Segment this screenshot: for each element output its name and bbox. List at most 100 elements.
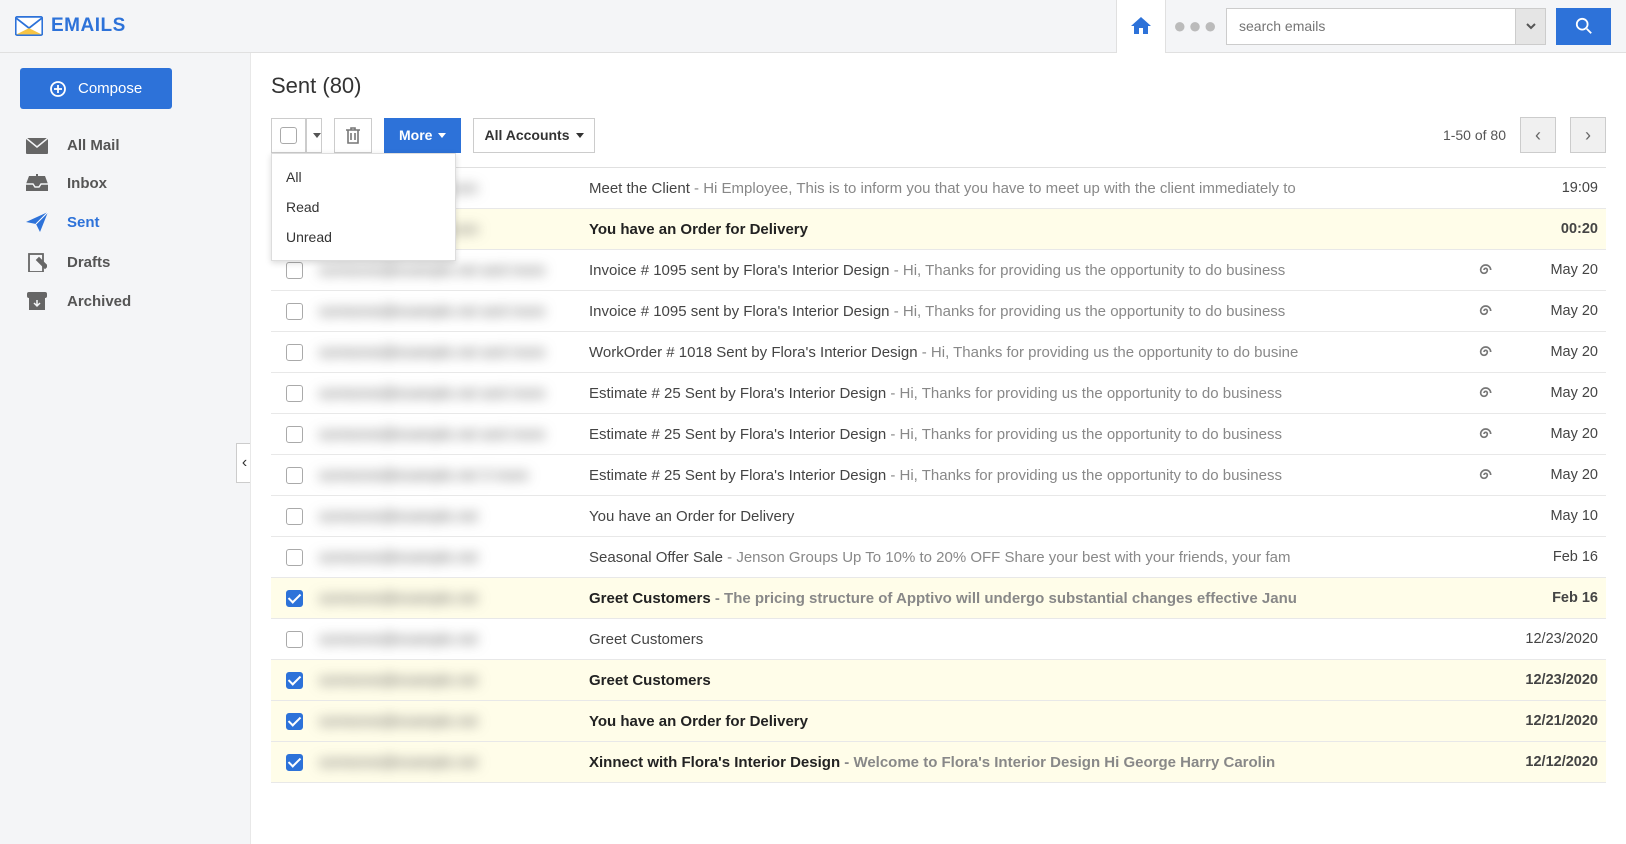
page-title: Sent (80) [271, 73, 1606, 99]
email-row[interactable]: someone@example.net 3 moreEstimate # 25 … [271, 455, 1606, 496]
search-button[interactable] [1556, 8, 1611, 45]
email-row[interactable]: someone@example.net and moreInvoice # 10… [271, 250, 1606, 291]
row-subject: Seasonal Offer Sale - Jenson Groups Up T… [589, 549, 1464, 566]
row-preview: - Hi, Thanks for providing us the opport… [886, 426, 1282, 443]
dots-icon: ●●● [1173, 13, 1219, 39]
compose-label: Compose [78, 80, 142, 97]
row-sender: someone@example.net and more [319, 303, 579, 320]
app-title: EMAILS [51, 15, 126, 37]
compose-button[interactable]: Compose [20, 68, 172, 109]
email-row[interactable]: someone@example.net and moreWorkOrder # … [271, 332, 1606, 373]
email-row[interactable]: noreply@outerijam.comMeet the Client - H… [271, 168, 1606, 209]
row-checkbox[interactable] [279, 303, 309, 320]
sidebar-item-inbox[interactable]: Inbox [15, 164, 235, 202]
pager-label: 1-50 of 80 [1443, 127, 1506, 143]
pager-next-button[interactable]: › [1570, 117, 1606, 153]
home-button[interactable] [1116, 0, 1166, 53]
attachment-icon [1474, 468, 1498, 482]
row-checkbox[interactable] [279, 549, 309, 566]
attachment-icon [1474, 386, 1498, 400]
attachment-icon [1474, 345, 1498, 359]
accounts-dropdown[interactable]: All Accounts [473, 118, 594, 153]
row-subject: You have an Order for Delivery [589, 221, 1464, 238]
sidebar-item-archived[interactable]: Archived [15, 282, 235, 320]
row-date: May 20 [1508, 344, 1598, 360]
row-date: May 20 [1508, 385, 1598, 401]
row-sender: someone@example.net [319, 631, 579, 648]
sidebar-item-label: Archived [67, 293, 131, 310]
caret-down-icon [438, 133, 446, 138]
sidebar-item-all-mail[interactable]: All Mail [15, 127, 235, 164]
row-sender: someone@example.net and more [319, 426, 579, 443]
more-label: More [399, 127, 432, 143]
row-subject: WorkOrder # 1018 Sent by Flora's Interio… [589, 344, 1464, 361]
archive-icon [25, 292, 49, 310]
row-checkbox[interactable] [279, 385, 309, 402]
email-row[interactable]: someone@example.netYou have an Order for… [271, 701, 1606, 742]
row-preview: - Jenson Groups Up To 10% to 20% OFF Sha… [723, 549, 1290, 566]
chevron-right-icon: › [1585, 125, 1591, 146]
dropdown-item-read[interactable]: Read [272, 192, 455, 222]
row-checkbox[interactable] [279, 590, 309, 607]
sidebar-item-sent[interactable]: Sent [15, 202, 235, 242]
toolbar: All Read Unread More All Accounts 1-50 o… [271, 117, 1606, 153]
row-checkbox[interactable] [279, 262, 309, 279]
row-date: 12/21/2020 [1508, 713, 1598, 729]
delete-button[interactable] [334, 118, 372, 153]
email-row[interactable]: someone@example.netGreet Customers12/23/… [271, 660, 1606, 701]
select-filter-dropdown: All Read Unread [271, 153, 456, 261]
row-checkbox[interactable] [279, 467, 309, 484]
row-preview: - The pricing structure of Apptivo will … [715, 590, 1297, 607]
attachment-icon [1474, 304, 1498, 318]
plus-circle-icon [50, 81, 66, 97]
row-date: 12/23/2020 [1508, 631, 1598, 647]
row-checkbox[interactable] [279, 754, 309, 771]
email-row[interactable]: someone@example.netYou have an Order for… [271, 496, 1606, 537]
pager: 1-50 of 80 ‹ › [1443, 117, 1606, 153]
email-row[interactable]: someone@example.netXinnect with Flora's … [271, 742, 1606, 783]
chevron-left-icon: ‹ [1535, 125, 1541, 146]
select-all-checkbox[interactable] [271, 118, 306, 153]
row-date: Feb 16 [1508, 549, 1598, 565]
more-apps-button[interactable]: ●●● [1176, 13, 1216, 39]
row-preview: - Hi Employee, This is to inform you tha… [690, 180, 1296, 197]
row-date: 00:20 [1508, 221, 1598, 237]
email-row[interactable]: someone@example.net Seasonal Offer Sale -… [271, 537, 1606, 578]
select-filter-dropdown-button[interactable] [306, 118, 322, 153]
email-row[interactable]: someone@example.net and more Invoice # 10… [271, 291, 1606, 332]
sidebar-item-drafts[interactable]: Drafts [15, 242, 235, 282]
email-row[interactable]: support@outerijam.comYou have an Order f… [271, 209, 1606, 250]
search-box [1226, 8, 1546, 45]
email-row[interactable]: someone@example.netGreet Customers - The… [271, 578, 1606, 619]
row-subject: Estimate # 25 Sent by Flora's Interior D… [589, 426, 1464, 443]
row-checkbox[interactable] [279, 713, 309, 730]
row-subject: Greet Customers [589, 631, 1464, 648]
row-subject: Invoice # 1095 sent by Flora's Interior … [589, 303, 1464, 320]
accounts-label: All Accounts [484, 127, 569, 143]
chevron-down-icon [1525, 20, 1537, 32]
row-sender: someone@example.net [319, 549, 579, 566]
envelope-icon [15, 16, 43, 36]
row-preview: - Hi, Thanks for providing us the opport… [886, 385, 1282, 402]
row-checkbox[interactable] [279, 631, 309, 648]
search-dropdown-button[interactable] [1515, 9, 1545, 44]
select-all-split: All Read Unread [271, 118, 322, 153]
row-sender: someone@example.net [319, 590, 579, 607]
sidebar-item-label: Drafts [67, 254, 110, 271]
row-subject: Xinnect with Flora's Interior Design - W… [589, 754, 1464, 771]
more-button[interactable]: More [384, 118, 461, 153]
row-subject: Invoice # 1095 sent by Flora's Interior … [589, 262, 1464, 279]
row-date: May 20 [1508, 303, 1598, 319]
row-checkbox[interactable] [279, 672, 309, 689]
dropdown-item-unread[interactable]: Unread [272, 222, 455, 252]
email-row[interactable]: someone@example.net and moreEstimate # 2… [271, 373, 1606, 414]
pager-prev-button[interactable]: ‹ [1520, 117, 1556, 153]
email-row[interactable]: someone@example.net and more Estimate # 2… [271, 414, 1606, 455]
email-row[interactable]: someone@example.net Greet Customers 12/23/… [271, 619, 1606, 660]
row-sender: someone@example.net [319, 508, 579, 525]
search-input[interactable] [1227, 9, 1515, 44]
row-checkbox[interactable] [279, 426, 309, 443]
dropdown-item-all[interactable]: All [272, 162, 455, 192]
row-checkbox[interactable] [279, 508, 309, 525]
row-checkbox[interactable] [279, 344, 309, 361]
